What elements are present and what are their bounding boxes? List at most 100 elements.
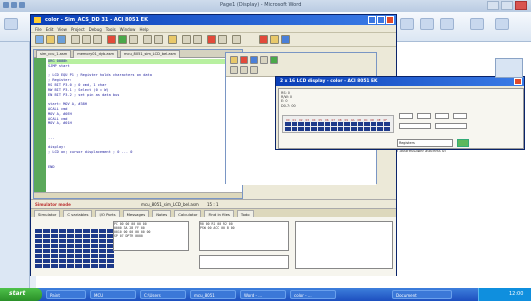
bin-icon[interactable] (193, 35, 202, 44)
control-field[interactable] (453, 113, 467, 119)
taskbar-item[interactable]: color - ... (290, 290, 336, 299)
register-cell[interactable] (35, 264, 42, 268)
folder-icon[interactable] (230, 56, 238, 64)
register-cell[interactable] (59, 234, 66, 238)
control-field[interactable] (399, 123, 431, 129)
register-cell[interactable] (43, 264, 50, 268)
editor-gutter[interactable] (34, 58, 46, 194)
start-button[interactable]: start (0, 288, 42, 301)
register-cell[interactable] (43, 239, 50, 243)
reset-icon[interactable] (218, 35, 227, 44)
register-cell[interactable] (99, 234, 106, 238)
compile-icon[interactable] (168, 35, 177, 44)
register-cell[interactable] (91, 234, 98, 238)
new-file-icon[interactable] (35, 35, 44, 44)
register-cell[interactable] (51, 244, 58, 248)
open-file-icon[interactable] (46, 35, 55, 44)
go-button[interactable] (457, 139, 469, 147)
register-cell[interactable] (51, 249, 58, 253)
register-cell[interactable] (59, 244, 66, 248)
register-cell[interactable] (35, 234, 42, 238)
undo-icon[interactable] (11, 2, 17, 8)
register-cell[interactable] (59, 264, 66, 268)
register-cell[interactable] (83, 239, 90, 243)
paste-button[interactable] (4, 18, 18, 30)
register-cell[interactable] (59, 259, 66, 263)
editor-tab[interactable]: sim_ccu_1.asm (36, 50, 72, 58)
close-button[interactable] (515, 1, 527, 10)
stop-icon[interactable] (107, 35, 116, 44)
register-cell[interactable] (35, 259, 42, 263)
register-cell[interactable] (43, 234, 50, 238)
taskbar-item[interactable]: Paint (46, 290, 86, 299)
play-icon[interactable] (270, 56, 278, 64)
save-icon[interactable] (57, 35, 66, 44)
editor-code[interactable]: ORG 0000h SJMP start; LCD EQU P1 ; Regis… (48, 59, 242, 169)
register-grid[interactable] (35, 229, 114, 268)
minimize-button[interactable] (368, 16, 376, 24)
code-line[interactable]: END (48, 165, 242, 170)
close-button[interactable] (514, 78, 522, 85)
editor-tab-active[interactable]: mcu_8051_sim_LCD_bel.asm (120, 50, 180, 58)
register-cell[interactable] (75, 234, 82, 238)
register-cell[interactable] (67, 234, 74, 238)
menu-view[interactable]: View (57, 27, 67, 32)
register-cell[interactable] (51, 234, 58, 238)
style-gallery-item[interactable] (420, 18, 434, 30)
register-cell[interactable] (51, 254, 58, 258)
menu-debug[interactable]: Debug (89, 27, 102, 32)
ribbon-side-button[interactable] (495, 58, 523, 78)
grid-icon[interactable] (260, 56, 268, 64)
register-cell[interactable] (99, 254, 106, 258)
step-over-icon[interactable] (143, 35, 152, 44)
list-icon[interactable] (250, 56, 258, 64)
register-cell[interactable] (91, 249, 98, 253)
taskbar-item[interactable]: mcu_8051 (190, 290, 236, 299)
register-cell[interactable] (67, 244, 74, 248)
register-cell[interactable] (67, 239, 74, 243)
dollar-icon[interactable] (281, 35, 290, 44)
register-cell[interactable] (35, 239, 42, 243)
register-cell[interactable] (67, 249, 74, 253)
register-cell[interactable] (99, 244, 106, 248)
register-cell[interactable] (91, 244, 98, 248)
register-cell[interactable] (67, 259, 74, 263)
control-field[interactable] (399, 113, 413, 119)
editor-scrollbar[interactable] (34, 192, 242, 198)
control-field[interactable] (435, 123, 467, 129)
style-gallery-item[interactable] (440, 18, 454, 30)
register-cell[interactable] (59, 239, 66, 243)
menu-file[interactable]: File (35, 27, 42, 32)
register-cell[interactable] (35, 229, 42, 233)
register-cell[interactable] (75, 249, 82, 253)
register-cell[interactable] (67, 229, 74, 233)
register-cell[interactable] (91, 229, 98, 233)
editor-tab[interactable]: memory01_dyb.asm (73, 50, 118, 58)
taskbar-item[interactable]: Document (392, 290, 452, 299)
styles-button[interactable] (400, 18, 414, 30)
close-button[interactable] (386, 16, 394, 24)
redo-icon[interactable] (19, 2, 25, 8)
register-cell[interactable] (99, 264, 106, 268)
register-cell[interactable] (43, 259, 50, 263)
taskbar-item[interactable]: MCU (90, 290, 136, 299)
register-cell[interactable] (35, 254, 42, 258)
editing-button[interactable] (495, 18, 509, 30)
register-cell[interactable] (67, 264, 74, 268)
maximize-button[interactable] (501, 1, 513, 10)
register-cell[interactable] (107, 254, 114, 258)
register-cell[interactable] (59, 229, 66, 233)
register-cell[interactable] (75, 229, 82, 233)
register-cell[interactable] (43, 254, 50, 258)
register-cell[interactable] (91, 259, 98, 263)
tool-icon[interactable] (240, 66, 248, 74)
register-cell[interactable] (51, 259, 58, 263)
register-cell[interactable] (59, 249, 66, 253)
quick-access-toolbar[interactable] (3, 2, 43, 10)
register-cell[interactable] (75, 259, 82, 263)
register-cell[interactable] (83, 254, 90, 258)
registers-field[interactable]: Registers (397, 139, 453, 147)
taskbar-item[interactable]: C:\Users (140, 290, 186, 299)
copy-icon[interactable] (82, 35, 91, 44)
step-icon[interactable] (129, 35, 138, 44)
